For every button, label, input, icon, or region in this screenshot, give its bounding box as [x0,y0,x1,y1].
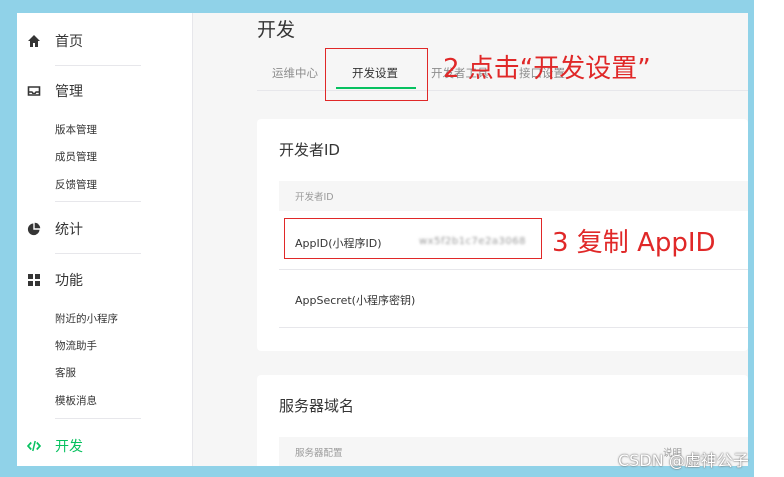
sidebar-item-label: 开发 [55,439,83,455]
screenshot-margin-right [754,0,784,477]
screenshot-frame-left [0,0,17,477]
appsecret-label: AppSecret(小程序密钥) [295,294,416,307]
table-header: 开发者ID [279,181,748,211]
sidebar-item-stats[interactable]: 统计 [17,215,193,243]
sidebar-subitem-member-management[interactable]: 成员管理 [55,149,97,164]
divider [55,253,141,254]
divider [55,418,141,419]
sidebar-item-label: 功能 [55,273,83,289]
annotation-step2: 2 点击“开发设置” [443,54,651,84]
inbox-icon [27,86,41,96]
sidebar-item-develop[interactable]: 开发 [17,432,193,460]
sidebar-subitem-customer-service[interactable]: 客服 [55,365,76,380]
sidebar-item-label: 管理 [55,84,83,100]
card-title: 开发者ID [279,141,340,159]
sidebar-item-label: 统计 [55,222,83,238]
divider [55,65,141,66]
sidebar-subitem-feedback-management[interactable]: 反馈管理 [55,177,97,192]
pie-chart-icon [27,222,41,236]
sidebar: 首页 管理 版本管理 成员管理 反馈管理 统计 功能 附近的小程序 物流助手 客… [17,13,193,466]
table-row-appsecret: AppSecret(小程序密钥) [279,270,748,328]
divider [55,201,141,202]
sidebar-item-label: 首页 [55,34,83,50]
sidebar-item-home[interactable]: 首页 [17,27,193,55]
sidebar-subitem-version-management[interactable]: 版本管理 [55,122,97,137]
screenshot-frame-right [748,13,754,477]
watermark: CSDN @虚神公子 [618,451,749,470]
grid-icon [28,274,40,286]
table-header-label: 服务器配置 [295,448,343,459]
annotation-step3: 3 复制 AppID [552,228,716,258]
sidebar-subitem-logistics-assistant[interactable]: 物流助手 [55,338,97,353]
annotation-box-dev-settings [325,48,428,101]
page-title: 开发 [257,19,296,41]
card-title: 服务器域名 [279,397,355,415]
sidebar-item-features[interactable]: 功能 [17,266,193,294]
sidebar-subitem-template-messages[interactable]: 模板消息 [55,393,97,408]
tab-operations-center[interactable]: 运维中心 [272,65,318,81]
screenshot-frame-top [0,0,784,13]
annotation-box-appid [284,218,542,259]
sidebar-item-manage[interactable]: 管理 [17,77,193,105]
table-header-label: 开发者ID [295,192,334,203]
code-icon [27,440,41,452]
home-icon [28,35,40,47]
sidebar-subitem-nearby-miniprogram[interactable]: 附近的小程序 [55,311,118,326]
